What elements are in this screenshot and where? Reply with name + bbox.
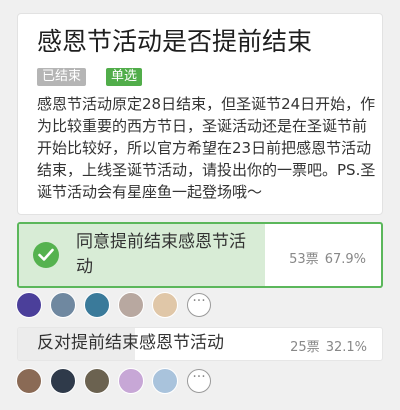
avatar[interactable] bbox=[152, 368, 178, 394]
avatar[interactable] bbox=[84, 292, 110, 318]
avatar[interactable] bbox=[16, 368, 42, 394]
poll-description: 感恩节活动原定28日结束，但圣诞节24日开始，作为比较重要的西方节日，圣诞活动还… bbox=[37, 95, 376, 201]
avatar[interactable] bbox=[50, 368, 76, 394]
poll-option-agree[interactable]: 同意提前结束感恩节活动 53票 67.9% bbox=[17, 222, 383, 288]
vote-count: 53票 bbox=[289, 252, 319, 267]
poll-type-badge: 单选 bbox=[106, 68, 143, 86]
vote-percent: 67.9% bbox=[324, 252, 366, 267]
avatar[interactable] bbox=[152, 292, 178, 318]
vote-percent: 32.1% bbox=[325, 340, 367, 355]
avatar[interactable] bbox=[118, 368, 144, 394]
poll-option-oppose[interactable]: 反对提前结束感恩节活动 25票 32.1% bbox=[17, 327, 383, 361]
more-icon[interactable]: ··· bbox=[187, 293, 211, 317]
check-icon bbox=[33, 242, 59, 268]
status-badge: 已结束 bbox=[37, 68, 87, 86]
option-label: 同意提前结束感恩节活动 bbox=[76, 232, 246, 277]
avatar[interactable] bbox=[16, 292, 42, 318]
more-icon[interactable]: ··· bbox=[187, 369, 211, 393]
option-label: 反对提前结束感恩节活动 bbox=[37, 333, 224, 353]
avatar[interactable] bbox=[84, 368, 110, 394]
avatar[interactable] bbox=[118, 292, 144, 318]
option-stats: 25票 32.1% bbox=[290, 336, 367, 355]
poll-title: 感恩节活动是否提前结束 bbox=[37, 27, 313, 56]
avatar[interactable] bbox=[50, 292, 76, 318]
vote-count: 25票 bbox=[290, 340, 320, 355]
poll-card: 感恩节活动是否提前结束 已结束 单选 感恩节活动原定28日结束，但圣诞节24日开… bbox=[17, 13, 383, 215]
option-stats: 53票 67.9% bbox=[289, 248, 366, 267]
